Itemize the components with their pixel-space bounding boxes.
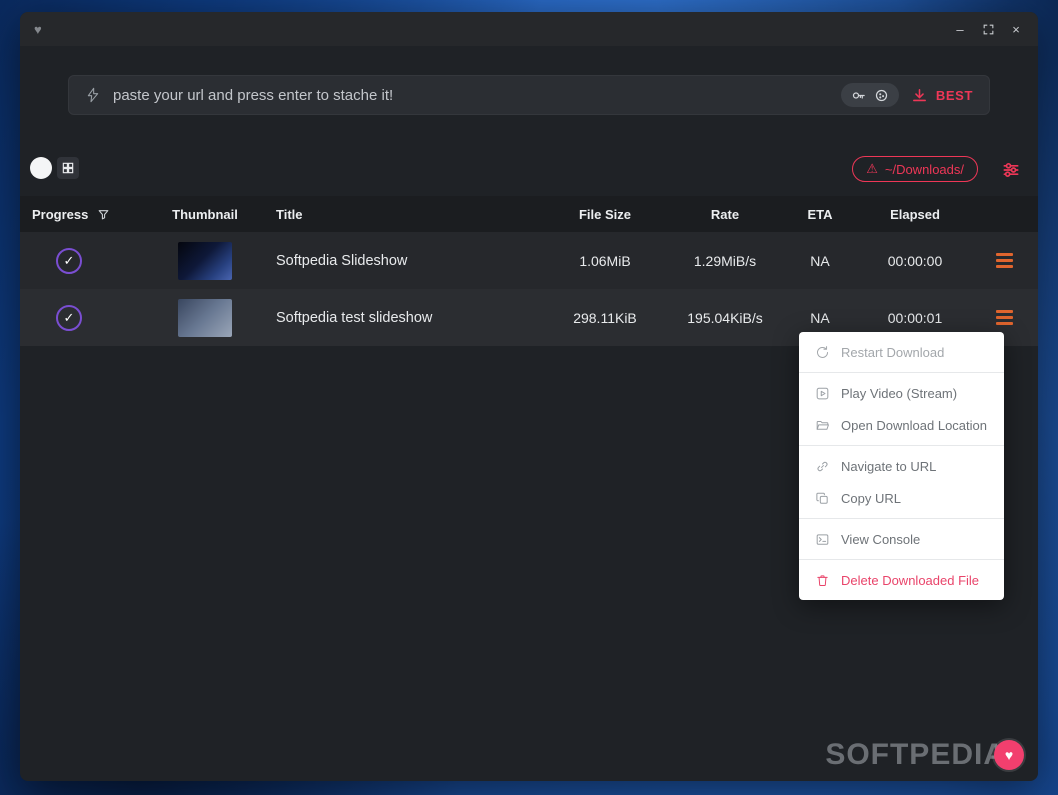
watermark-text: SOFTPEDIA — [825, 738, 1006, 771]
restart-icon — [815, 345, 830, 360]
desktop-wallpaper: ♥ – × paste your url and press enter to … — [0, 0, 1058, 795]
header-rate: Rate — [710, 206, 740, 222]
row-menu-button[interactable] — [995, 310, 1013, 325]
filter-funnel-icon[interactable] — [97, 208, 110, 221]
list-view-toggle[interactable] — [30, 157, 52, 179]
play-icon — [815, 386, 830, 401]
row-rate: 1.29MiB/s — [693, 252, 757, 269]
folder-icon — [815, 418, 830, 433]
menu-item-restart-download[interactable]: Restart Download — [799, 336, 1004, 368]
header-eta: ETA — [807, 206, 833, 222]
cookie-icon — [874, 88, 889, 103]
softpedia-heart-logo: ♥ — [994, 740, 1024, 770]
progress-complete-icon: ✓ — [56, 304, 82, 331]
view-toggle-group — [30, 157, 79, 179]
download-list: ✓ Softpedia Slideshow 1.06MiB 1.29MiB/s … — [20, 232, 1038, 346]
menu-divider — [799, 372, 1004, 373]
quality-selector[interactable]: BEST — [911, 87, 973, 104]
table-header: Progress Thumbnail Title File Size Rate … — [20, 196, 1038, 232]
row-elapsed: 00:00:01 — [887, 309, 943, 326]
link-icon — [815, 459, 830, 474]
header-thumbnail: Thumbnail — [172, 206, 238, 222]
warning-icon: ⚠ — [866, 161, 878, 176]
download-icon — [911, 87, 928, 104]
menu-item-view-console[interactable]: View Console — [799, 523, 1004, 555]
progress-complete-icon: ✓ — [56, 247, 82, 274]
console-icon — [815, 532, 830, 547]
sliders-icon — [1001, 160, 1021, 180]
row-file-size: 1.06MiB — [579, 252, 631, 269]
copy-icon — [815, 491, 830, 506]
credentials-pill[interactable] — [840, 83, 899, 107]
header-file-size: File Size — [578, 206, 632, 222]
heart-icon: ♥ — [34, 21, 42, 37]
header-title: Title — [276, 206, 303, 222]
row-title: Softpedia Slideshow — [276, 252, 408, 269]
download-path-label: ~/Downloads/ — [884, 161, 964, 177]
menu-divider — [799, 559, 1004, 560]
url-bar: BEST — [68, 75, 990, 115]
row-rate: 195.04KiB/s — [687, 309, 763, 326]
quality-label: BEST — [935, 87, 973, 103]
settings-sliders-button[interactable] — [1000, 159, 1022, 181]
row-file-size: 298.11KiB — [573, 309, 637, 326]
row-context-menu: Restart Download Play Video (Stream) Ope… — [799, 332, 1004, 600]
thumbnail-image — [178, 298, 232, 337]
close-button[interactable]: × — [1002, 16, 1030, 42]
row-elapsed: 00:00:00 — [887, 252, 943, 269]
url-input[interactable] — [113, 86, 829, 104]
minimize-button[interactable]: – — [946, 16, 974, 42]
key-icon — [851, 88, 866, 103]
menu-divider — [799, 445, 1004, 446]
row-menu-button[interactable] — [995, 253, 1013, 268]
menu-item-delete-downloaded-file[interactable]: Delete Downloaded File — [799, 564, 1004, 596]
softpedia-watermark: SOFTPEDIA ♥ — [825, 738, 1024, 772]
thumbnail-image — [178, 241, 232, 280]
app-window: ♥ – × paste your url and press enter to … — [20, 12, 1038, 781]
header-progress: Progress — [32, 206, 89, 222]
maximize-button[interactable] — [974, 16, 1002, 42]
menu-item-navigate-to-url[interactable]: Navigate to URL — [799, 450, 1004, 482]
grid-icon — [61, 161, 75, 175]
header-elapsed: Elapsed — [890, 206, 940, 222]
row-title: Softpedia test slideshow — [276, 309, 433, 326]
grid-view-button[interactable] — [57, 157, 79, 179]
lightning-icon — [85, 87, 101, 103]
table-row[interactable]: ✓ Softpedia Slideshow 1.06MiB 1.29MiB/s … — [20, 232, 1038, 289]
titlebar: ♥ – × — [20, 12, 1038, 46]
menu-item-open-download-location[interactable]: Open Download Location — [799, 409, 1004, 441]
row-eta: NA — [810, 309, 830, 326]
maximize-icon — [982, 23, 995, 36]
row-eta: NA — [810, 252, 830, 269]
heart-icon: ♥ — [1004, 747, 1014, 763]
menu-item-copy-url[interactable]: Copy URL — [799, 482, 1004, 514]
download-path-button[interactable]: ⚠ ~/Downloads/ — [852, 156, 978, 182]
menu-item-play-video[interactable]: Play Video (Stream) — [799, 377, 1004, 409]
menu-divider — [799, 518, 1004, 519]
trash-icon — [815, 573, 830, 588]
